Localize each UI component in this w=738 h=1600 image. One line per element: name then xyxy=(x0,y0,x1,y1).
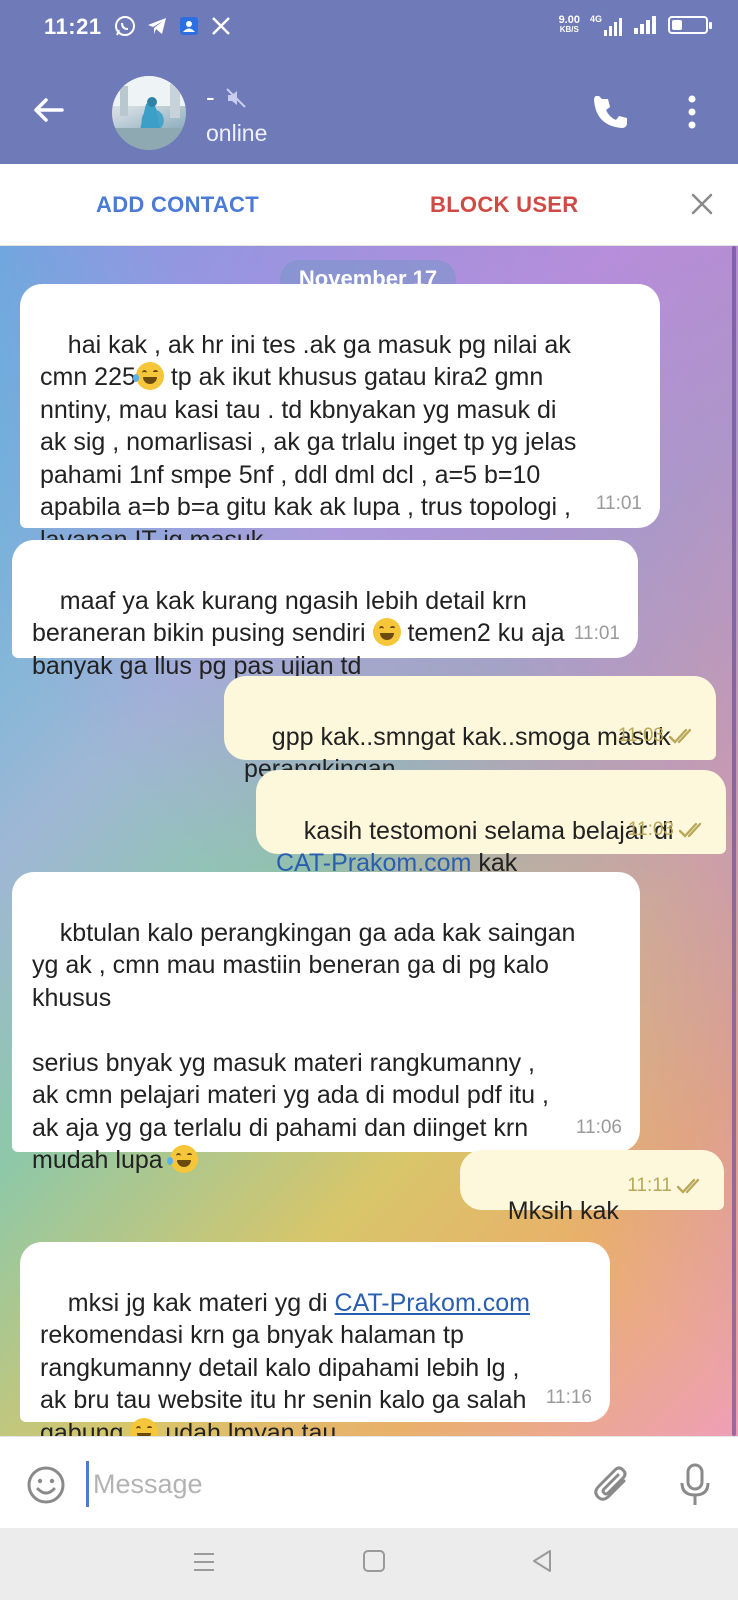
system-nav-bar xyxy=(0,1528,738,1600)
menu-icon[interactable] xyxy=(192,1550,216,1574)
notification-icons xyxy=(114,14,232,38)
message-outgoing[interactable]: Mksih kak 11:11 xyxy=(460,1150,724,1225)
net-speed-unit: KB/S xyxy=(559,25,579,34)
more-vertical-icon[interactable] xyxy=(682,94,702,130)
message-input[interactable] xyxy=(86,1461,566,1507)
contact-name[interactable]: - xyxy=(206,82,247,113)
contacts-icon xyxy=(178,14,200,38)
message-meta: 11:06 xyxy=(576,1112,622,1145)
message-meta: 11:03 xyxy=(628,814,708,847)
message-incoming[interactable]: hai kak , ak hr ini tes .ak ga masuk pg … xyxy=(20,284,660,554)
battery-icon xyxy=(668,16,712,34)
double-check-icon xyxy=(668,728,692,744)
message-time: 11:03 xyxy=(617,724,664,746)
message-text: tp ak ikut khusus gatau kira2 gmn nntiny… xyxy=(40,363,577,554)
back-arrow-icon[interactable] xyxy=(30,92,66,128)
telegram-icon xyxy=(146,14,168,38)
message-outgoing[interactable]: kasih testomoni selama belajar di CAT-Pr… xyxy=(256,770,726,877)
paperclip-icon[interactable] xyxy=(594,1465,632,1505)
net-speed-value: 9.00 xyxy=(558,14,580,26)
sweat-smile-emoji-icon xyxy=(372,618,401,646)
website-link[interactable]: CAT-Prakom.com xyxy=(335,1289,530,1317)
message-text: kbtulan kalo perangkingan ga ada kak sai… xyxy=(32,918,576,1175)
message-time: 11:06 xyxy=(575,1116,622,1138)
add-contact-button[interactable]: ADD CONTACT xyxy=(96,192,259,218)
message-incoming[interactable]: kbtulan kalo perangkingan ga ada kak sai… xyxy=(12,872,640,1174)
status-bar: 11:21 9.00 KB/S 4G xyxy=(0,0,738,56)
network-type: 4G xyxy=(589,14,602,24)
battery-level xyxy=(672,20,682,30)
message-time: 11:11 xyxy=(627,1174,672,1196)
message-meta: 11:01 xyxy=(574,618,620,651)
chat-header: - online xyxy=(0,56,738,164)
message-incoming[interactable]: mksi jg kak materi yg di CAT-Prakom.com … xyxy=(20,1242,610,1436)
message-time: 11:01 xyxy=(595,492,642,514)
sweat-smile-emoji-icon xyxy=(130,1417,159,1436)
emoji-icon[interactable] xyxy=(26,1465,66,1505)
message-text: udah lmyan tau xyxy=(158,1418,337,1437)
avatar[interactable] xyxy=(112,76,186,150)
signal-4g-icon: 4G xyxy=(590,14,624,36)
message-meta: 11:01 xyxy=(596,488,642,521)
whatsapp-icon xyxy=(114,14,136,38)
contact-action-bar: ADD CONTACT BLOCK USER xyxy=(0,164,738,246)
close-icon[interactable] xyxy=(690,192,714,216)
message-time: 11:03 xyxy=(627,818,674,840)
message-input-bar xyxy=(0,1436,738,1528)
status-right: 9.00 KB/S 4G xyxy=(559,14,712,36)
block-user-button[interactable]: BLOCK USER xyxy=(430,192,578,218)
muted-speaker-icon xyxy=(225,87,246,108)
status-time: 11:21 xyxy=(44,14,102,39)
message-meta: 11:11 xyxy=(627,1170,706,1203)
message-meta: 11:03 xyxy=(618,720,698,753)
signal-icon xyxy=(634,16,656,34)
message-incoming[interactable]: maaf ya kak kurang ngasih lebih detail k… xyxy=(12,540,638,680)
message-outgoing[interactable]: gpp kak..smngat kak..smoga masuk perangk… xyxy=(224,676,716,783)
message-time: 11:16 xyxy=(545,1386,592,1408)
home-square-icon[interactable] xyxy=(362,1548,386,1574)
back-triangle-icon[interactable] xyxy=(530,1548,554,1574)
net-speed: 9.00 KB/S xyxy=(559,15,580,35)
double-check-icon xyxy=(678,822,702,838)
chat-area[interactable]: November 17 hai kak , ak hr ini tes .ak … xyxy=(0,246,738,1436)
laughing-tears-emoji-icon xyxy=(132,362,164,390)
x-icon xyxy=(210,14,232,38)
message-time: 11:01 xyxy=(573,622,620,644)
microphone-icon[interactable] xyxy=(678,1463,712,1507)
scrollbar[interactable] xyxy=(732,246,736,1436)
message-meta: 11:16 xyxy=(546,1382,592,1415)
message-text: Mksih kak xyxy=(507,1196,619,1225)
message-text: kasih testomoni selama belajar di xyxy=(303,816,674,845)
contact-name-text: - xyxy=(206,82,215,112)
double-check-icon xyxy=(676,1178,700,1194)
contact-status: online xyxy=(206,120,268,146)
phone-icon[interactable] xyxy=(594,96,628,130)
message-text: mksi jg kak materi yg di xyxy=(67,1288,335,1317)
laughing-tears-emoji-icon xyxy=(166,1145,198,1173)
